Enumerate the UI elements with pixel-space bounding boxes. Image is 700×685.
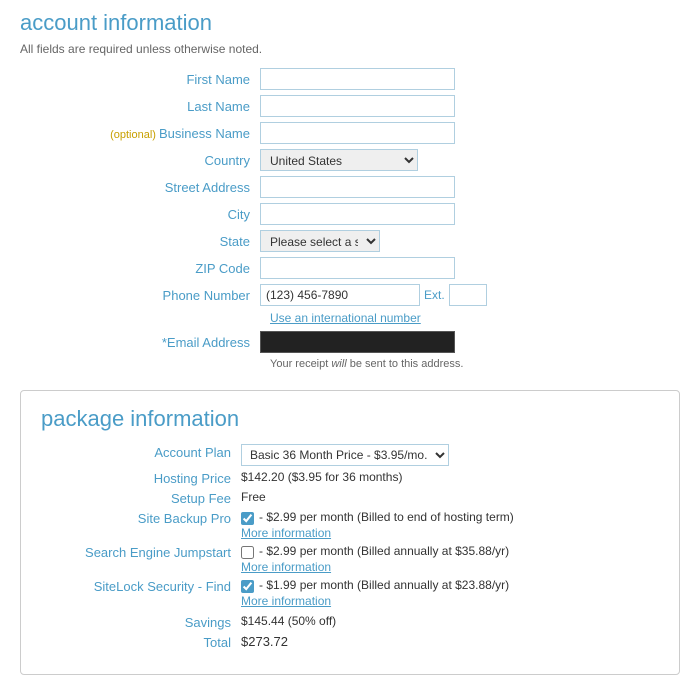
- country-select[interactable]: United States: [260, 149, 418, 171]
- account-subtitle: All fields are required unless otherwise…: [20, 42, 680, 56]
- zip-code-row: ZIP Code: [20, 257, 680, 279]
- sitelock-label: SiteLock Security - Find: [41, 578, 241, 594]
- setup-fee-label: Setup Fee: [41, 490, 241, 506]
- sitelock-text: - $1.99 per month (Billed annually at $2…: [259, 578, 509, 592]
- search-engine-label: Search Engine Jumpstart: [41, 544, 241, 560]
- account-plan-value: Basic 36 Month Price - $3.95/mo.: [241, 444, 659, 466]
- state-row: State Please select a state: [20, 230, 680, 252]
- email-note: Your receipt will be sent to this addres…: [270, 358, 680, 370]
- sitelock-checkbox[interactable]: [241, 580, 254, 593]
- total-value: $273.72: [241, 634, 659, 649]
- business-name-input[interactable]: [260, 122, 455, 144]
- street-address-label: Street Address: [20, 180, 260, 195]
- phone-number-row: Phone Number Ext.: [20, 284, 680, 306]
- search-engine-checkbox[interactable]: [241, 546, 254, 559]
- intl-number-link[interactable]: Use an international number: [270, 311, 680, 325]
- total-label: Total: [41, 634, 241, 650]
- street-address-row: Street Address: [20, 176, 680, 198]
- account-title: account information: [20, 10, 680, 36]
- site-backup-row: Site Backup Pro - $2.99 per month (Bille…: [41, 510, 659, 540]
- ext-input[interactable]: [449, 284, 487, 306]
- savings-label: Savings: [41, 614, 241, 630]
- search-engine-more-link[interactable]: More information: [241, 560, 659, 574]
- site-backup-text: - $2.99 per month (Billed to end of host…: [259, 510, 514, 524]
- site-backup-checkbox-row: - $2.99 per month (Billed to end of host…: [241, 510, 659, 525]
- savings-row: Savings $145.44 (50% off): [41, 614, 659, 630]
- phone-input[interactable]: [260, 284, 420, 306]
- phone-number-label: Phone Number: [20, 288, 260, 303]
- site-backup-more-link[interactable]: More information: [241, 526, 659, 540]
- package-information-section: package information Account Plan Basic 3…: [20, 390, 680, 675]
- zip-code-label: ZIP Code: [20, 261, 260, 276]
- account-plan-select[interactable]: Basic 36 Month Price - $3.95/mo.: [241, 444, 449, 466]
- account-information-section: account information All fields are requi…: [20, 10, 680, 370]
- setup-fee-row: Setup Fee Free: [41, 490, 659, 506]
- email-address-row: *Email Address: [20, 331, 680, 353]
- country-row: Country United States: [20, 149, 680, 171]
- email-address-label: *Email Address: [20, 335, 260, 350]
- sitelock-row: SiteLock Security - Find - $1.99 per mon…: [41, 578, 659, 608]
- city-row: City: [20, 203, 680, 225]
- zip-code-input[interactable]: [260, 257, 455, 279]
- city-input[interactable]: [260, 203, 455, 225]
- business-name-row: (optional)Business Name: [20, 122, 680, 144]
- search-engine-value: - $2.99 per month (Billed annually at $3…: [241, 544, 659, 574]
- site-backup-label: Site Backup Pro: [41, 510, 241, 526]
- hosting-price-value: $142.20 ($3.95 for 36 months): [241, 470, 659, 484]
- sitelock-more-link[interactable]: More information: [241, 594, 659, 608]
- total-row: Total $273.72: [41, 634, 659, 650]
- email-input[interactable]: [260, 331, 455, 353]
- state-select[interactable]: Please select a state: [260, 230, 380, 252]
- search-engine-row: Search Engine Jumpstart - $2.99 per mont…: [41, 544, 659, 574]
- first-name-label: First Name: [20, 72, 260, 87]
- hosting-price-label: Hosting Price: [41, 470, 241, 486]
- street-address-input[interactable]: [260, 176, 455, 198]
- ext-label: Ext.: [424, 288, 445, 302]
- hosting-price-row: Hosting Price $142.20 ($3.95 for 36 mont…: [41, 470, 659, 486]
- country-label: Country: [20, 153, 260, 168]
- setup-fee-value: Free: [241, 490, 659, 504]
- last-name-label: Last Name: [20, 99, 260, 114]
- optional-label: (optional): [110, 129, 156, 141]
- first-name-input[interactable]: [260, 68, 455, 90]
- state-label: State: [20, 234, 260, 249]
- site-backup-value: - $2.99 per month (Billed to end of host…: [241, 510, 659, 540]
- sitelock-checkbox-row: - $1.99 per month (Billed annually at $2…: [241, 578, 659, 593]
- last-name-input[interactable]: [260, 95, 455, 117]
- search-engine-checkbox-row: - $2.99 per month (Billed annually at $3…: [241, 544, 659, 559]
- first-name-row: First Name: [20, 68, 680, 90]
- business-name-label: (optional)Business Name: [20, 126, 260, 141]
- account-plan-row: Account Plan Basic 36 Month Price - $3.9…: [41, 444, 659, 466]
- package-title: package information: [41, 406, 659, 432]
- savings-value: $145.44 (50% off): [241, 614, 659, 628]
- city-label: City: [20, 207, 260, 222]
- account-plan-label: Account Plan: [41, 444, 241, 460]
- last-name-row: Last Name: [20, 95, 680, 117]
- search-engine-text: - $2.99 per month (Billed annually at $3…: [259, 544, 509, 558]
- site-backup-checkbox[interactable]: [241, 512, 254, 525]
- sitelock-value: - $1.99 per month (Billed annually at $2…: [241, 578, 659, 608]
